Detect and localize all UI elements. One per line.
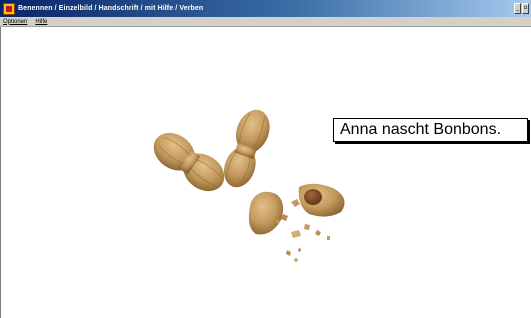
menu-item-hilfe[interactable]: Hilfe (35, 19, 47, 25)
app-window: Benennen / Einzelbild / Handschrift / mi… (0, 0, 531, 318)
menu-bar: Optionen Hilfe (0, 17, 531, 27)
sentence-text: Anna nascht Bonbons. (340, 121, 502, 138)
app-icon (3, 2, 15, 15)
peanut-upright (224, 109, 270, 188)
peanut-left (153, 132, 225, 192)
content-area: Anna nascht Bonbons. (0, 27, 531, 318)
menu-item-optionen[interactable]: Optionen (3, 19, 27, 25)
sentence-label: Anna nascht Bonbons. (333, 118, 528, 142)
window-controls: _ ▫ (514, 3, 529, 14)
peanut-broken (248, 183, 345, 262)
minimize-icon[interactable]: _ (514, 3, 521, 14)
title-bar: Benennen / Einzelbild / Handschrift / mi… (0, 0, 531, 17)
window-title: Benennen / Einzelbild / Handschrift / mi… (18, 5, 204, 12)
maximize-icon[interactable]: ▫ (522, 3, 529, 14)
